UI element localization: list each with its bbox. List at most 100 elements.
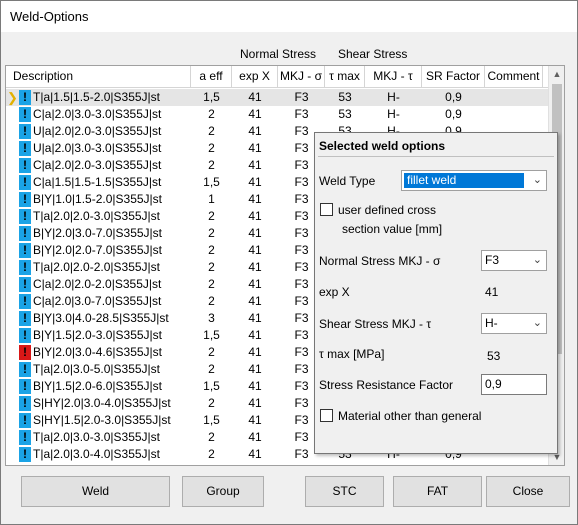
cell-a-eff[interactable]: 1,5 <box>191 378 232 395</box>
cell-description[interactable]: U|a|2.0|2.0-3.0|S355J|st <box>33 123 191 140</box>
cell-a-eff[interactable]: 2 <box>191 242 232 259</box>
cell-description[interactable]: C|a|2.0|2.0-3.0|S355J|st <box>33 157 191 174</box>
table-row[interactable]: ! C|a|2.0|3.0-3.0|S355J|st 2 41 F3 53 H- 0,9 <box>6 106 550 123</box>
cell-a-eff[interactable]: 1,5 <box>191 412 232 429</box>
cell-a-eff[interactable]: 2 <box>191 344 232 361</box>
cell-a-eff[interactable]: 2 <box>191 446 232 463</box>
close-button[interactable]: Close <box>486 476 570 507</box>
cell-exp-x[interactable]: 41 <box>232 344 278 361</box>
cell-mkj-sigma[interactable]: F3 <box>278 106 325 123</box>
cell-description[interactable]: T|a|2.0|2.0-3.0|S355J|st <box>33 208 191 225</box>
cell-exp-x[interactable]: 41 <box>232 395 278 412</box>
cell-a-eff[interactable]: 2 <box>191 225 232 242</box>
cell-exp-x[interactable]: 41 <box>232 89 278 106</box>
cell-tau-max[interactable]: 53 <box>325 106 365 123</box>
cell-sr-factor[interactable]: 0,9 <box>422 89 485 106</box>
group-button[interactable]: Group <box>182 476 264 507</box>
warning-badge-icon: ! <box>19 243 31 258</box>
cell-exp-x[interactable]: 41 <box>232 123 278 140</box>
cell-exp-x[interactable]: 41 <box>232 446 278 463</box>
user-defined-cross-section-checkbox[interactable] <box>320 203 333 216</box>
cell-description[interactable]: B|Y|3.0|4.0-28.5|S355J|st <box>33 310 191 327</box>
cell-exp-x[interactable]: 41 <box>232 174 278 191</box>
cell-description[interactable]: S|HY|1.5|2.0-3.0|S355J|st <box>33 412 191 429</box>
cell-description[interactable]: T|a|1.5|1.5-2.0|S355J|st <box>33 89 191 106</box>
cell-exp-x[interactable]: 41 <box>232 140 278 157</box>
cell-exp-x[interactable]: 41 <box>232 191 278 208</box>
cell-a-eff[interactable]: 2 <box>191 157 232 174</box>
cell-exp-x[interactable]: 41 <box>232 106 278 123</box>
weld-type-select[interactable]: fillet weld ⌄ <box>401 170 547 191</box>
cell-mkj-tau[interactable]: H- <box>365 89 422 106</box>
cell-a-eff[interactable]: 2 <box>191 395 232 412</box>
cell-description[interactable]: C|a|1.5|1.5-1.5|S355J|st <box>33 174 191 191</box>
cell-exp-x[interactable]: 41 <box>232 310 278 327</box>
cell-description[interactable]: T|a|2.0|3.0-3.0|S355J|st <box>33 429 191 446</box>
cell-exp-x[interactable]: 41 <box>232 208 278 225</box>
stc-button[interactable]: STC <box>305 476 384 507</box>
cell-a-eff[interactable]: 2 <box>191 276 232 293</box>
col-header-comment[interactable]: Comment <box>485 66 543 88</box>
cell-description[interactable]: U|a|2.0|3.0-3.0|S355J|st <box>33 140 191 157</box>
cell-a-eff[interactable]: 1,5 <box>191 327 232 344</box>
cell-exp-x[interactable]: 41 <box>232 429 278 446</box>
cell-description[interactable]: B|Y|2.0|3.0-4.6|S355J|st <box>33 344 191 361</box>
cell-a-eff[interactable]: 2 <box>191 208 232 225</box>
table-row[interactable]: ❯! T|a|1.5|1.5-2.0|S355J|st 1,5 41 F3 53 H- 0,9 <box>6 89 550 106</box>
fat-button[interactable]: FAT <box>393 476 482 507</box>
cell-exp-x[interactable]: 41 <box>232 378 278 395</box>
col-header-tau-max[interactable]: τ max <box>325 66 365 88</box>
cell-exp-x[interactable]: 41 <box>232 327 278 344</box>
normal-stress-value: F3 <box>485 253 500 267</box>
cell-description[interactable]: B|Y|1.5|2.0-3.0|S355J|st <box>33 327 191 344</box>
cell-a-eff[interactable]: 1 <box>191 191 232 208</box>
cell-exp-x[interactable]: 41 <box>232 361 278 378</box>
cell-exp-x[interactable]: 41 <box>232 412 278 429</box>
col-header-sr-factor[interactable]: SR Factor <box>422 66 485 88</box>
cell-a-eff[interactable]: 2 <box>191 123 232 140</box>
cell-description[interactable]: B|Y|1.0|1.5-2.0|S355J|st <box>33 191 191 208</box>
cell-description[interactable]: B|Y|2.0|3.0-7.0|S355J|st <box>33 225 191 242</box>
cell-a-eff[interactable]: 1,5 <box>191 174 232 191</box>
cell-mkj-sigma[interactable]: F3 <box>278 89 325 106</box>
cell-a-eff[interactable]: 2 <box>191 106 232 123</box>
cell-mkj-tau[interactable]: H- <box>365 106 422 123</box>
warning-badge-icon: ! <box>19 328 31 343</box>
material-other-checkbox[interactable] <box>320 409 333 422</box>
cell-description[interactable]: C|a|2.0|3.0-7.0|S355J|st <box>33 293 191 310</box>
cell-description[interactable]: S|HY|2.0|3.0-4.0|S355J|st <box>33 395 191 412</box>
col-header-a-eff[interactable]: a eff <box>191 66 232 88</box>
cell-description[interactable]: B|Y|1.5|2.0-6.0|S355J|st <box>33 378 191 395</box>
cell-description[interactable]: C|a|2.0|2.0-2.0|S355J|st <box>33 276 191 293</box>
cell-tau-max[interactable]: 53 <box>325 89 365 106</box>
col-header-description[interactable]: Description <box>6 66 191 88</box>
col-header-mkj-tau[interactable]: MKJ - τ <box>365 66 422 88</box>
shear-stress-select[interactable]: H- ⌄ <box>481 313 547 334</box>
cell-a-eff[interactable]: 2 <box>191 361 232 378</box>
cell-a-eff[interactable]: 2 <box>191 259 232 276</box>
cell-exp-x[interactable]: 41 <box>232 157 278 174</box>
cell-exp-x[interactable]: 41 <box>232 276 278 293</box>
cell-a-eff[interactable]: 2 <box>191 140 232 157</box>
cell-a-eff[interactable]: 2 <box>191 293 232 310</box>
cell-description[interactable]: T|a|2.0|2.0-2.0|S355J|st <box>33 259 191 276</box>
cell-exp-x[interactable]: 41 <box>232 225 278 242</box>
cell-a-eff[interactable]: 2 <box>191 429 232 446</box>
normal-stress-select[interactable]: F3 ⌄ <box>481 250 547 271</box>
sr-factor-input[interactable]: 0,9 <box>481 374 547 395</box>
warning-badge-icon: ! <box>19 430 31 445</box>
cell-exp-x[interactable]: 41 <box>232 293 278 310</box>
cell-a-eff[interactable]: 1,5 <box>191 89 232 106</box>
cell-description[interactable]: T|a|2.0|3.0-4.0|S355J|st <box>33 446 191 463</box>
cell-description[interactable]: T|a|2.0|3.0-5.0|S355J|st <box>33 361 191 378</box>
cell-description[interactable]: C|a|2.0|3.0-3.0|S355J|st <box>33 106 191 123</box>
cell-sr-factor[interactable]: 0,9 <box>422 106 485 123</box>
scroll-up-arrow-icon[interactable]: ▲ <box>549 66 564 82</box>
cell-exp-x[interactable]: 41 <box>232 242 278 259</box>
col-header-exp-x[interactable]: exp X <box>232 66 278 88</box>
cell-description[interactable]: B|Y|2.0|2.0-7.0|S355J|st <box>33 242 191 259</box>
weld-button[interactable]: Weld <box>21 476 170 507</box>
cell-exp-x[interactable]: 41 <box>232 259 278 276</box>
col-header-mkj-sigma[interactable]: MKJ - σ <box>278 66 325 88</box>
cell-a-eff[interactable]: 3 <box>191 310 232 327</box>
